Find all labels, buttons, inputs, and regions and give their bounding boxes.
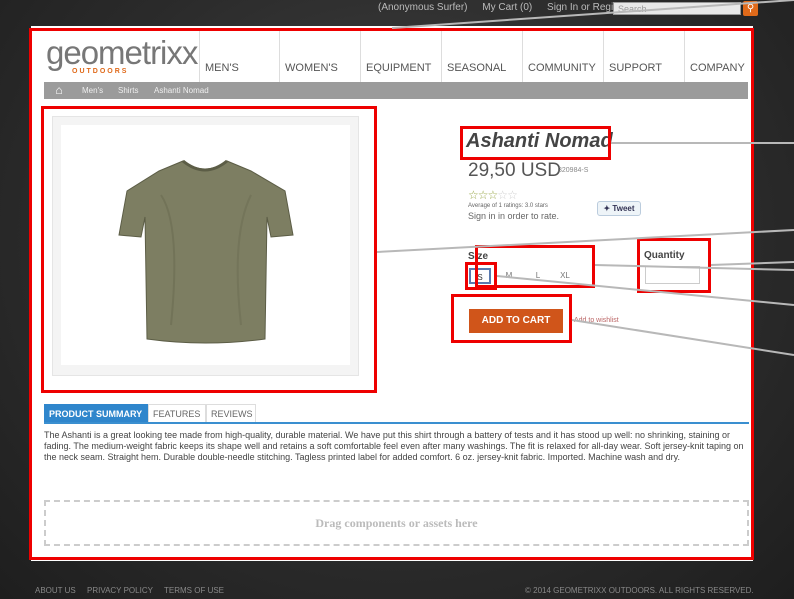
callout-lines xyxy=(376,0,794,356)
